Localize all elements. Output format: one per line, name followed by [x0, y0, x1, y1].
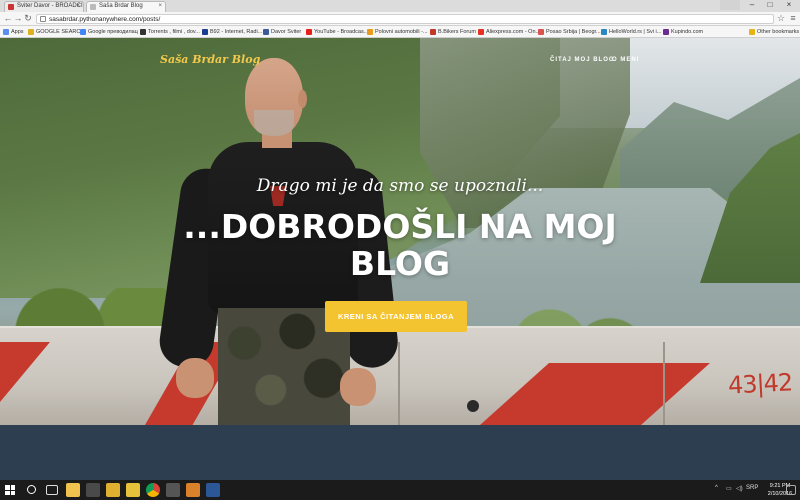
- b92-icon: [202, 29, 208, 35]
- maximize-icon[interactable]: □: [762, 0, 778, 10]
- hero-section: 43|42 Saša Brdar Blog ČITAJ MOJ BLOG O M…: [0, 38, 800, 425]
- search-icon[interactable]: [27, 485, 36, 494]
- close-tab-icon[interactable]: ×: [76, 3, 80, 9]
- helloworld-icon: [601, 29, 607, 35]
- barrier-seam: [398, 342, 400, 425]
- bikers-icon: [430, 29, 436, 35]
- bookmark-item[interactable]: HelloWorld.rs | Svi i...: [601, 28, 661, 36]
- bookmark-item[interactable]: Torrents , filmi , dov...: [140, 28, 200, 36]
- start-reading-button[interactable]: KRENI SA ČITANJEM BLOGA: [325, 301, 467, 332]
- bookmark-item[interactable]: Google преводилац: [80, 28, 138, 36]
- bookmark-label: Aliexpress.com - On...: [486, 29, 541, 35]
- chrome-icon[interactable]: [146, 483, 160, 497]
- bookmark-item[interactable]: B.Bikers Forum: [430, 28, 476, 36]
- back-icon[interactable]: ←: [3, 13, 13, 24]
- browser-tab[interactable]: Sviter Davor - BROADCI ×: [4, 1, 84, 12]
- site-brand[interactable]: Saša Brdar Blog: [160, 53, 260, 66]
- bookmark-label: Apps: [11, 29, 24, 35]
- person-hand: [340, 368, 376, 406]
- bookmark-label: Google преводилац: [88, 29, 138, 35]
- browser-tab-active[interactable]: Saša Brdar Blog ×: [86, 1, 166, 12]
- hero-subheading: Drago mi je da smo se upoznali...: [256, 176, 544, 196]
- bookmark-item[interactable]: B92 - Internet, Radi...: [202, 28, 262, 36]
- bookmark-label: Posao Srbija | Beogr...: [546, 29, 601, 35]
- page-favicon-icon: [90, 4, 96, 10]
- youtube-favicon-icon: [8, 4, 14, 10]
- bookmark-label: HelloWorld.rs | Svi i...: [609, 29, 662, 35]
- bookmark-label: B.Bikers Forum: [438, 29, 476, 35]
- job-icon: [538, 29, 544, 35]
- bookmark-other[interactable]: Other bookmarks: [749, 28, 799, 36]
- tray-up-icon[interactable]: ^: [715, 485, 718, 491]
- app-icon[interactable]: [186, 483, 200, 497]
- app-icon[interactable]: [106, 483, 120, 497]
- apps-icon: [3, 29, 9, 35]
- nav-link-read-blog[interactable]: ČITAJ MOJ BLOG: [550, 57, 615, 63]
- bookmark-label: Other bookmarks: [757, 29, 800, 35]
- nav-link-about[interactable]: O MENI: [612, 57, 639, 63]
- bookmark-item[interactable]: Davor Sviter: [263, 28, 301, 36]
- bookmark-label: Kupindo.com: [671, 29, 704, 35]
- bookmark-label: YouTube - Broadcas...: [314, 29, 369, 35]
- bookmark-item[interactable]: YouTube - Broadcas...: [306, 28, 368, 36]
- menu-icon[interactable]: ≡: [788, 13, 798, 24]
- tray-lang[interactable]: SRP: [746, 485, 758, 491]
- car-icon: [367, 29, 373, 35]
- start-icon[interactable]: [5, 485, 15, 495]
- bookmark-item[interactable]: GOOGLE SEARCH: [28, 28, 84, 36]
- person-ear: [298, 90, 307, 108]
- tab-title: Sviter Davor - BROADCI: [17, 3, 83, 9]
- task-view-icon[interactable]: [46, 485, 58, 495]
- bookmark-item[interactable]: Kupindo.com: [663, 28, 703, 36]
- user-profile-button[interactable]: [720, 0, 740, 10]
- bookmark-star-icon[interactable]: ☆: [776, 13, 786, 24]
- barrier-seam: [663, 342, 665, 425]
- notifications-icon[interactable]: [786, 485, 796, 495]
- bookmarks-bar: Apps GOOGLE SEARCH Google преводилац Tor…: [0, 26, 800, 38]
- page-info-icon[interactable]: [40, 16, 46, 22]
- app-icon[interactable]: [126, 483, 140, 497]
- folder-icon: [749, 29, 755, 35]
- file-explorer-icon[interactable]: [66, 483, 80, 497]
- youtube-icon: [306, 29, 312, 35]
- battery-icon[interactable]: ▭: [726, 485, 732, 492]
- volume-icon[interactable]: ◁): [736, 485, 743, 492]
- app-icon[interactable]: [86, 483, 100, 497]
- address-toolbar: ← → ↻ sasabrdar.pythonanywhere.com/posts…: [0, 12, 800, 26]
- person-hand: [176, 358, 214, 398]
- aliexpress-icon: [478, 29, 484, 35]
- reload-icon[interactable]: ↻: [23, 13, 33, 24]
- bookmark-item[interactable]: Polovni automobili -...: [367, 28, 428, 36]
- tab-title: Saša Brdar Blog: [99, 3, 143, 9]
- bookmark-label: Polovni automobili -...: [375, 29, 428, 35]
- bookmark-label: B92 - Internet, Radi...: [210, 29, 263, 35]
- terminal-icon[interactable]: [166, 483, 180, 497]
- minimize-icon[interactable]: –: [744, 0, 760, 10]
- url-field[interactable]: sasabrdar.pythonanywhere.com/posts/: [36, 14, 774, 24]
- bookmark-label: Davor Sviter: [271, 29, 302, 35]
- bookmark-item[interactable]: Posao Srbija | Beogr...: [538, 28, 601, 36]
- barrier-number: 43|42: [727, 368, 793, 400]
- url-text: sasabrdar.pythonanywhere.com/posts/: [49, 16, 161, 23]
- content-section: [0, 425, 800, 480]
- kupindo-icon: [663, 29, 669, 35]
- hero-heading: ...DOBRODOŠLI NA MOJ BLOG: [183, 207, 617, 283]
- bookmark-apps[interactable]: Apps: [3, 28, 24, 36]
- forward-icon[interactable]: →: [13, 13, 23, 24]
- bookmark-label: Torrents , filmi , dov...: [148, 29, 200, 35]
- barrier-bolt: [467, 400, 479, 412]
- bookmark-label: GOOGLE SEARCH: [36, 29, 85, 35]
- folder-icon: [28, 29, 34, 35]
- facebook-icon: [263, 29, 269, 35]
- close-tab-icon[interactable]: ×: [158, 3, 162, 9]
- app-icon[interactable]: [206, 483, 220, 497]
- torrent-icon: [140, 29, 146, 35]
- person-beard: [254, 110, 294, 136]
- close-window-icon[interactable]: ×: [780, 0, 798, 10]
- translate-icon: [80, 29, 86, 35]
- bookmark-item[interactable]: Aliexpress.com - On...: [478, 28, 540, 36]
- browser-tab-strip: Sviter Davor - BROADCI × Saša Brdar Blog…: [0, 0, 800, 12]
- windows-taskbar: ^ ▭ ◁) SRP 9:21 PM 2/10/2016: [0, 480, 800, 500]
